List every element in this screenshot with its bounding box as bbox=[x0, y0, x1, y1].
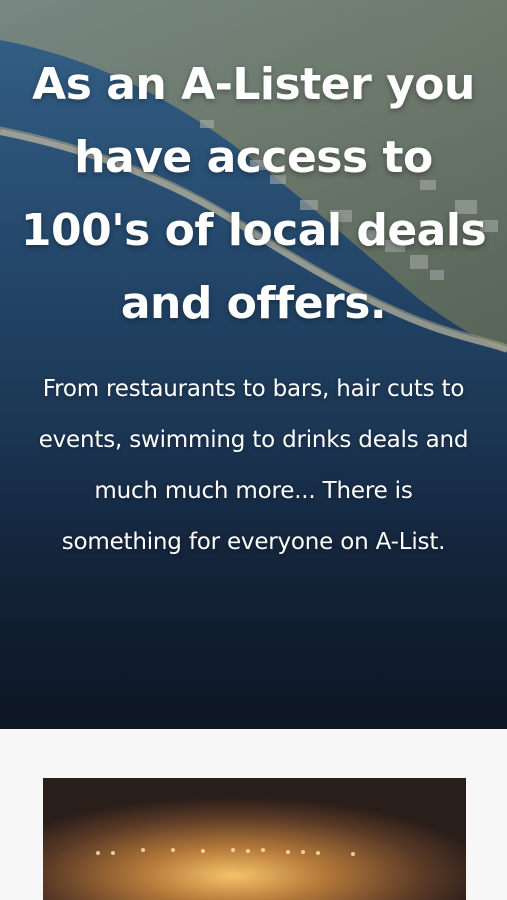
hero-section: As an A-Lister you have access to 100's … bbox=[0, 0, 507, 729]
deals-section bbox=[0, 729, 507, 900]
hero-description: From restaurants to bars, hair cuts to e… bbox=[38, 376, 469, 555]
promo-photo bbox=[43, 778, 466, 900]
hero-title: As an A-Lister you have access to 100's … bbox=[20, 59, 487, 329]
page: As an A-Lister you have access to 100's … bbox=[0, 0, 507, 900]
